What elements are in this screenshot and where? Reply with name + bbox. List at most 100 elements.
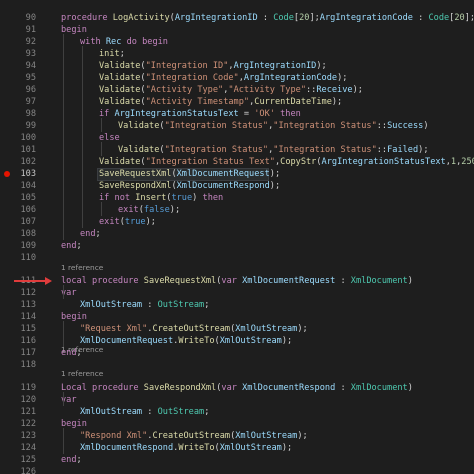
code-text: begin: [61, 311, 87, 323]
code-line[interactable]: 107 exit(true);: [0, 216, 474, 228]
code-token: do begin: [126, 37, 168, 47]
code-token: XmlOutStream: [80, 300, 143, 310]
code-line[interactable]: 120 var: [0, 394, 474, 406]
code-token: XmlOutStream: [235, 431, 298, 441]
code-line[interactable]: 116 XmlDocumentRequest.WriteTo(XmlOutStre…: [0, 335, 474, 347]
code-line[interactable]: 110: [0, 252, 474, 264]
code-line[interactable]: 119 Local procedure SaveRespondXml(var Xm…: [0, 382, 474, 394]
code-token: Rec: [105, 37, 127, 47]
code-token: Receive: [316, 85, 353, 95]
code-token: ArgIntegrationStatusText: [114, 109, 239, 119]
line-number: 108: [20, 229, 36, 239]
code-line[interactable]: 93 init;: [0, 48, 474, 60]
indent-guide: [82, 46, 83, 228]
code-line[interactable]: 90 procedure LogActivity(ArgIntegrationID…: [0, 12, 474, 24]
code-token: "Activity Type": [228, 85, 306, 95]
line-number: 113: [20, 300, 36, 310]
code-line[interactable]: 104 SaveRespondXml(XmlDocumentRespond);: [0, 180, 474, 192]
line-number: 96: [25, 85, 36, 95]
code-token: if not: [99, 193, 136, 203]
code-text: init;: [99, 48, 125, 60]
code-line[interactable]: 99 Validate("Integration Status","Integra…: [0, 120, 474, 132]
code-token: ;: [76, 241, 82, 251]
code-line[interactable]: 122 begin: [0, 418, 474, 430]
code-line[interactable]: 97 Validate("Activity Timestamp",CurrentD…: [0, 96, 474, 108]
code-text: if not Insert(true) then: [99, 192, 223, 204]
indent-guide: [101, 202, 102, 216]
code-line[interactable]: 126: [0, 466, 474, 474]
code-token: Validate: [118, 121, 160, 131]
code-token: :: [142, 300, 158, 310]
code-token: ): [407, 383, 413, 393]
code-text: exit(false);: [118, 204, 180, 216]
code-token: );: [316, 61, 327, 71]
code-line[interactable]: 94 Validate("Integration ID",ArgIntegrati…: [0, 60, 474, 72]
code-line[interactable]: 106 exit(false);: [0, 204, 474, 216]
code-token: );: [418, 145, 429, 155]
code-line[interactable]: 117 end;: [0, 347, 474, 359]
code-line[interactable]: 101 Validate("Integration Status","Integr…: [0, 144, 474, 156]
line-number: 112: [20, 288, 36, 298]
code-token: ): [192, 193, 203, 203]
code-line[interactable]: 102 Validate("Integration Status Text",Co…: [0, 156, 474, 168]
code-token: XmlDocumentRespond: [80, 443, 174, 453]
line-number: 98: [25, 109, 36, 119]
line-number: 109: [20, 241, 36, 251]
code-line[interactable]: 105 if not Insert(true) then: [0, 192, 474, 204]
code-text: "Request Xml".CreateOutStream(XmlOutStre…: [80, 323, 308, 335]
code-token: end: [61, 241, 77, 251]
code-text: local procedure SaveRequestXml(var XmlDo…: [61, 275, 413, 287]
code-token: "Integration Status": [273, 121, 377, 131]
code-token: ];: [309, 13, 320, 23]
line-number: 116: [20, 336, 36, 346]
code-token: );: [169, 205, 181, 215]
code-line[interactable]: 92 with Rec do begin: [0, 36, 474, 48]
line-number: 99: [25, 121, 36, 131]
code-token: WriteTo: [178, 336, 215, 346]
code-line[interactable]: 123 "Respond Xml".CreateOutStream(XmlOutS…: [0, 430, 474, 442]
line-number: 90: [25, 13, 36, 23]
code-line[interactable]: 121 XmlOutStream : OutStream;: [0, 406, 474, 418]
code-token: OutStream: [157, 300, 205, 310]
code-text: "Respond Xml".CreateOutStream(XmlOutStre…: [80, 430, 308, 442]
code-text: SaveRespondXml(XmlDocumentRespond);: [99, 180, 280, 192]
code-line[interactable]: 98 if ArgIntegrationStatusText = 'OK' the…: [0, 108, 474, 120]
code-line[interactable]: 125 end;: [0, 454, 474, 466]
code-token: CopyStr: [280, 157, 317, 167]
code-text: Local procedure SaveRespondXml(var XmlDo…: [61, 382, 413, 394]
code-line[interactable]: 109 end;: [0, 240, 474, 252]
code-line[interactable]: 112 var: [0, 287, 474, 299]
annotation-arrow: [14, 280, 46, 282]
code-token: XmlDocumentRespond: [176, 181, 270, 191]
code-line[interactable]: 111local procedure SaveRequestXml(var Xm…: [0, 275, 474, 287]
line-number: 101: [20, 145, 36, 155]
code-line[interactable]: 114 begin: [0, 311, 474, 323]
line-number: 120: [20, 395, 36, 405]
code-token: end: [80, 229, 96, 239]
code-line[interactable]: 91 begin: [0, 24, 474, 36]
code-token: );: [269, 169, 281, 179]
code-line[interactable]: 113 XmlOutStream : OutStream;: [0, 299, 474, 311]
indent-guide: [63, 285, 64, 299]
indent-guide: [101, 118, 102, 132]
code-token: Validate: [99, 85, 141, 95]
breakpoint-dot[interactable]: [4, 171, 10, 177]
code-token: );: [281, 443, 293, 453]
code-line[interactable]: 103 SaveRequestXml(XmlDocumentRequest);: [0, 168, 474, 180]
code-line[interactable]: 124 XmlDocumentRespond.WriteTo(XmlOutStre…: [0, 442, 474, 454]
code-token: XmlDocumentRequest: [242, 276, 336, 286]
code-line[interactable]: 108 end;: [0, 228, 474, 240]
code-line[interactable]: 95 Validate("Integration Code",ArgIntegra…: [0, 72, 474, 84]
code-text: with Rec do begin: [80, 36, 168, 48]
code-token: ArgIntegrationID: [233, 61, 317, 71]
code-line[interactable]: 96 Validate("Activity Type","Activity Typ…: [0, 84, 474, 96]
code-line[interactable]: 100 else: [0, 132, 474, 144]
code-line[interactable]: 118: [0, 359, 474, 371]
code-token: Success: [387, 121, 424, 131]
line-number: 110: [20, 253, 36, 263]
line-number: 126: [20, 467, 36, 474]
code-line[interactable]: 115 "Request Xml".CreateOutStream(XmlOutS…: [0, 323, 474, 335]
line-number: 124: [20, 443, 36, 453]
code-editor[interactable]: 1 reference 1 reference 1 reference 90 proce…: [0, 0, 474, 474]
code-text: end;: [80, 228, 101, 240]
